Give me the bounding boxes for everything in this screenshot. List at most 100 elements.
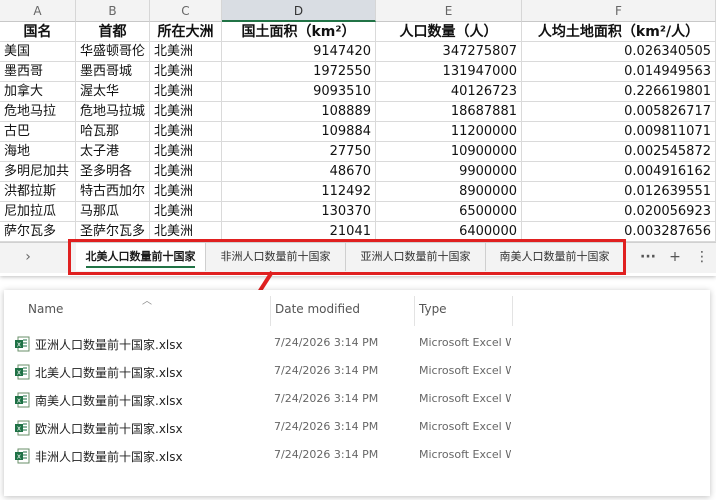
plus-icon[interactable]: + — [667, 249, 683, 265]
cell-capital[interactable]: 太子港 — [76, 142, 150, 162]
cell-country[interactable]: 古巴 — [0, 122, 76, 142]
file-name[interactable]: 南美人口数量前十国家.xlsx — [35, 392, 183, 409]
cell-country[interactable]: 洪都拉斯 — [0, 182, 76, 202]
cell-capital[interactable]: 马那瓜 — [76, 202, 150, 222]
header-cell-area[interactable]: 国土面积（km²） — [222, 22, 376, 42]
cell-country[interactable]: 美国 — [0, 42, 76, 62]
cell-area-per-person[interactable]: 0.009811071 — [522, 122, 716, 142]
cell-area[interactable]: 108889 — [222, 102, 376, 122]
cell-area-per-person[interactable]: 0.005826717 — [522, 102, 716, 122]
column-header-name[interactable]: Name — [28, 302, 63, 316]
cell-continent[interactable]: 北美洲 — [150, 122, 222, 142]
cell-capital[interactable]: 华盛顿哥伦 — [76, 42, 150, 62]
cell-population[interactable]: 8900000 — [376, 182, 522, 202]
cell-capital[interactable]: 特古西加尔 — [76, 182, 150, 202]
column-divider[interactable] — [414, 296, 415, 326]
cell-capital[interactable]: 墨西哥城 — [76, 62, 150, 82]
cell-area-per-person[interactable]: 0.002545872 — [522, 142, 716, 162]
cell-area-per-person[interactable]: 0.026340505 — [522, 42, 716, 62]
svg-text:x: x — [17, 397, 21, 405]
cell-area[interactable]: 48670 — [222, 162, 376, 182]
cell-area-per-person[interactable]: 0.012639551 — [522, 182, 716, 202]
cell-area[interactable]: 9093510 — [222, 82, 376, 102]
cell-area-per-person[interactable]: 0.020056923 — [522, 202, 716, 222]
column-letter-f[interactable]: F — [522, 0, 716, 22]
cell-area[interactable]: 109884 — [222, 122, 376, 142]
cell-population[interactable]: 131947000 — [376, 62, 522, 82]
file-explorer: ︿ Name Date modified Type x 亚洲人口数量前十国家.xl… — [4, 290, 710, 496]
file-date-modified: 7/24/2026 3:14 PM — [274, 364, 379, 377]
column-header-date[interactable]: Date modified — [275, 302, 360, 316]
cell-country[interactable]: 墨西哥 — [0, 62, 76, 82]
file-name[interactable]: 欧洲人口数量前十国家.xlsx — [35, 420, 183, 437]
cell-country[interactable]: 尼加拉瓜 — [0, 202, 76, 222]
cell-country[interactable]: 海地 — [0, 142, 76, 162]
header-cell-country[interactable]: 国名 — [0, 22, 76, 42]
cell-continent[interactable]: 北美洲 — [150, 42, 222, 62]
cell-population[interactable]: 9900000 — [376, 162, 522, 182]
cell-population[interactable]: 347275807 — [376, 42, 522, 62]
cell-continent[interactable]: 北美洲 — [150, 102, 222, 122]
cell-country[interactable]: 萨尔瓦多 — [0, 222, 76, 242]
file-type: Microsoft Excel W — [419, 336, 511, 349]
cell-continent[interactable]: 北美洲 — [150, 142, 222, 162]
column-header-type[interactable]: Type — [419, 302, 447, 316]
cell-area-per-person[interactable]: 0.226619801 — [522, 82, 716, 102]
cell-country[interactable]: 危地马拉 — [0, 102, 76, 122]
cell-area-per-person[interactable]: 0.004916162 — [522, 162, 716, 182]
column-letter-a[interactable]: A — [0, 0, 76, 22]
svg-text:x: x — [17, 425, 21, 433]
ellipsis-icon[interactable]: ··· — [640, 249, 656, 265]
column-letter-e[interactable]: E — [376, 0, 522, 22]
cell-country[interactable]: 加拿大 — [0, 82, 76, 102]
file-row[interactable]: x 北美人口数量前十国家.xlsx 7/24/2026 3:14 PM Microso… — [4, 360, 710, 384]
file-row[interactable]: x 亚洲人口数量前十国家.xlsx 7/24/2026 3:14 PM Microso… — [4, 332, 710, 356]
cell-area[interactable]: 9147420 — [222, 42, 376, 62]
cell-continent[interactable]: 北美洲 — [150, 162, 222, 182]
column-letter-b[interactable]: B — [76, 0, 150, 22]
cell-area[interactable]: 130370 — [222, 202, 376, 222]
cell-population[interactable]: 6500000 — [376, 202, 522, 222]
column-divider[interactable] — [270, 296, 271, 326]
cell-area[interactable]: 27750 — [222, 142, 376, 162]
cell-continent[interactable]: 北美洲 — [150, 62, 222, 82]
file-date-modified: 7/24/2026 3:14 PM — [274, 448, 379, 461]
cell-population[interactable]: 11200000 — [376, 122, 522, 142]
vertical-dots-icon[interactable]: ⋮ — [694, 249, 710, 265]
file-row[interactable]: x 非洲人口数量前十国家.xlsx 7/24/2026 3:14 PM Microso… — [4, 444, 710, 468]
excel-file-icon: x — [15, 448, 30, 464]
file-type: Microsoft Excel W — [419, 420, 511, 433]
header-cell-continent[interactable]: 所在大洲 — [150, 22, 222, 42]
cell-country[interactable]: 多明尼加共 — [0, 162, 76, 182]
file-row[interactable]: x 南美人口数量前十国家.xlsx 7/24/2026 3:14 PM Microso… — [4, 388, 710, 412]
cell-area[interactable]: 112492 — [222, 182, 376, 202]
cell-capital[interactable]: 危地马拉城 — [76, 102, 150, 122]
cell-area-per-person[interactable]: 0.014949563 — [522, 62, 716, 82]
cell-capital[interactable]: 渥太华 — [76, 82, 150, 102]
file-name[interactable]: 亚洲人口数量前十国家.xlsx — [35, 336, 183, 353]
header-cell-area-per-person[interactable]: 人均土地面积（km²/人） — [522, 22, 716, 42]
cell-continent[interactable]: 北美洲 — [150, 182, 222, 202]
cell-population[interactable]: 40126723 — [376, 82, 522, 102]
file-date-modified: 7/24/2026 3:14 PM — [274, 336, 379, 349]
header-cell-capital[interactable]: 首都 — [76, 22, 150, 42]
cell-capital[interactable]: 圣多明各 — [76, 162, 150, 182]
cell-population[interactable]: 18687881 — [376, 102, 522, 122]
column-divider[interactable] — [512, 296, 513, 326]
file-date-modified: 7/24/2026 3:14 PM — [274, 392, 379, 405]
file-name[interactable]: 北美人口数量前十国家.xlsx — [35, 364, 183, 381]
cell-area[interactable]: 1972550 — [222, 62, 376, 82]
file-name[interactable]: 非洲人口数量前十国家.xlsx — [35, 448, 183, 465]
cell-continent[interactable]: 北美洲 — [150, 82, 222, 102]
excel-file-icon: x — [15, 364, 30, 380]
cell-population[interactable]: 10900000 — [376, 142, 522, 162]
chevron-right-icon[interactable]: › — [20, 249, 36, 265]
file-row[interactable]: x 欧洲人口数量前十国家.xlsx 7/24/2026 3:14 PM Microso… — [4, 416, 710, 440]
sort-caret-icon[interactable]: ︿ — [142, 292, 152, 307]
column-letter-d[interactable]: D — [222, 0, 376, 22]
file-type: Microsoft Excel W — [419, 448, 511, 461]
column-letter-c[interactable]: C — [150, 0, 222, 22]
header-cell-population[interactable]: 人口数量（人） — [376, 22, 522, 42]
cell-continent[interactable]: 北美洲 — [150, 202, 222, 222]
cell-capital[interactable]: 哈瓦那 — [76, 122, 150, 142]
